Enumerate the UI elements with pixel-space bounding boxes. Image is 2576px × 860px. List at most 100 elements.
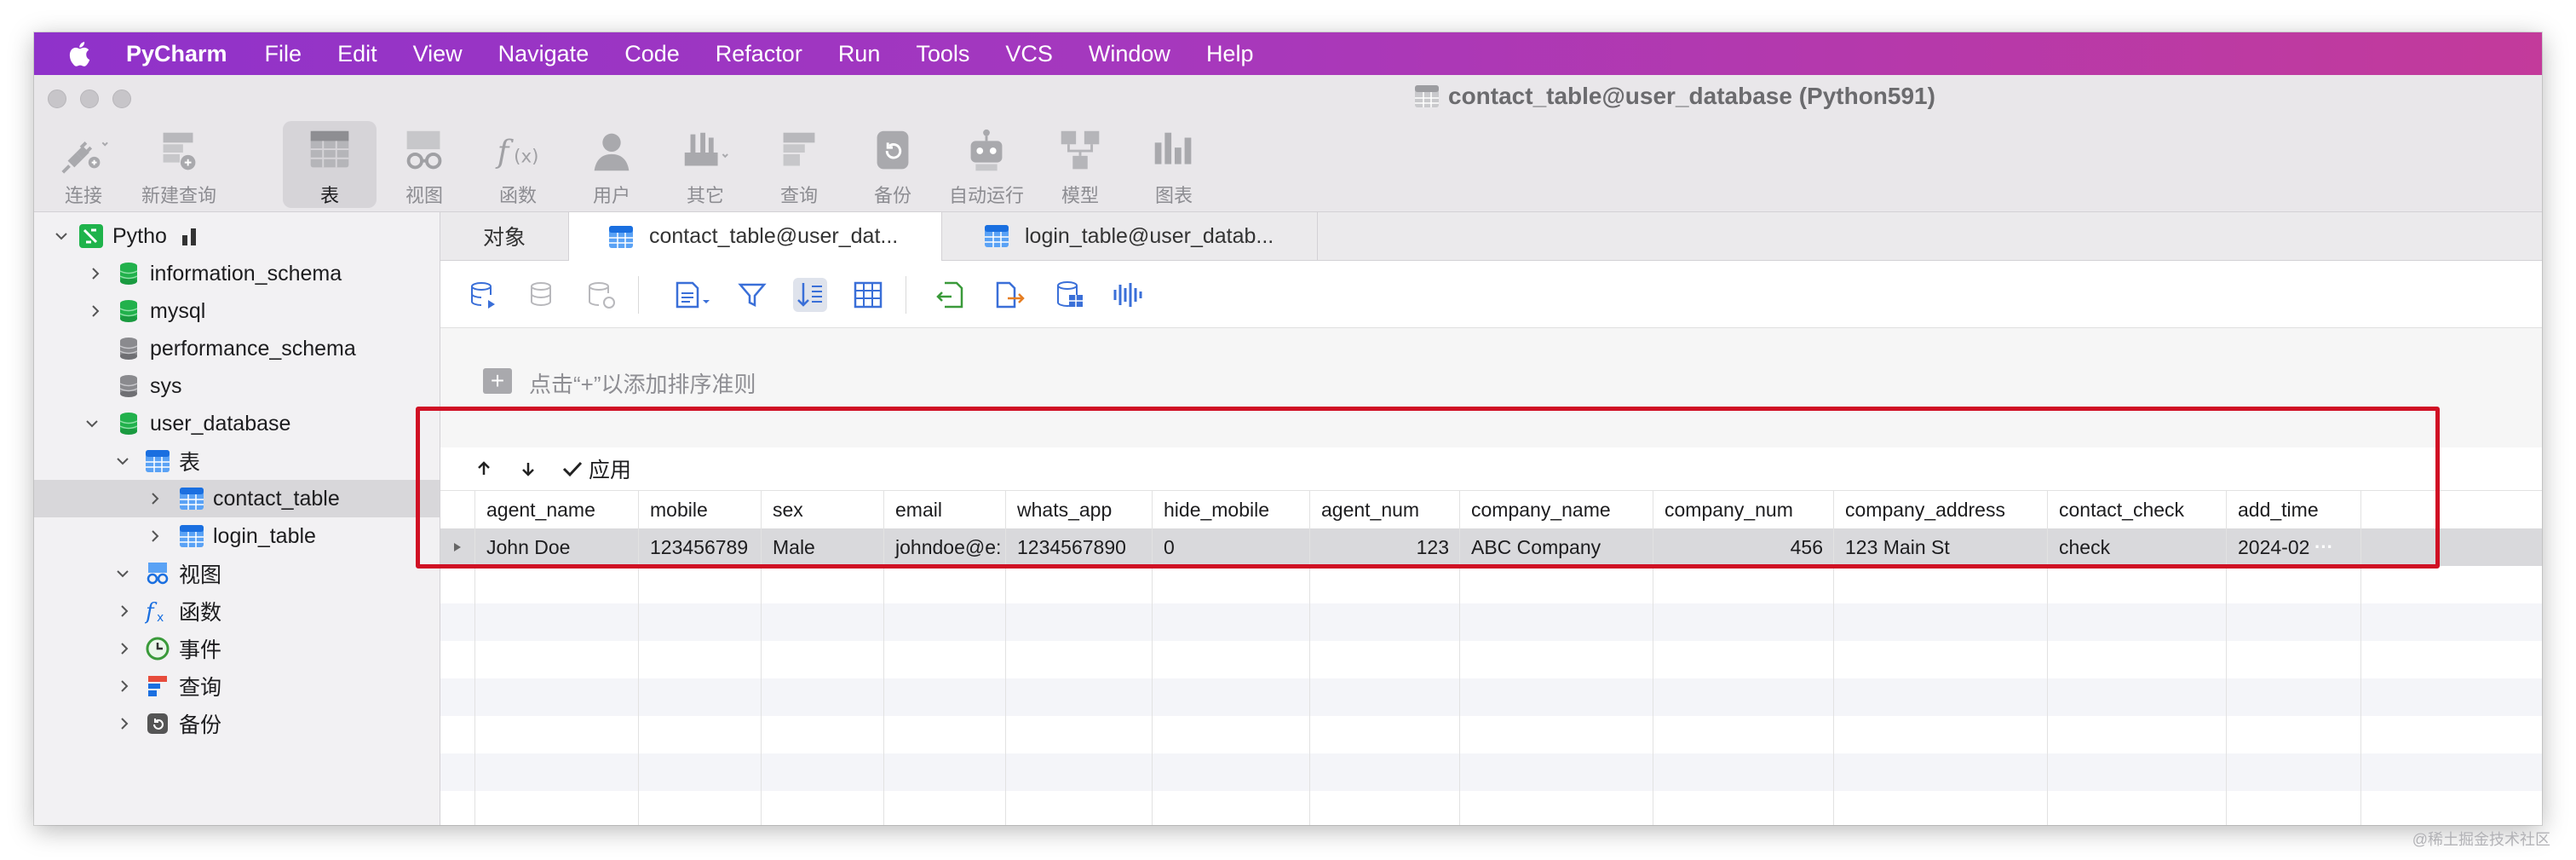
toolbar-label: 自动运行 — [948, 185, 1024, 206]
toolbar-label: 连接 — [64, 185, 102, 206]
toolbar-label: 用户 — [592, 185, 630, 206]
chevron-right-icon[interactable] — [87, 265, 104, 282]
tree-item-mysql[interactable]: mysql — [34, 292, 440, 330]
tab-label: contact_table@user_dat... — [649, 224, 899, 248]
tree-item-views[interactable]: 视图 — [34, 555, 440, 592]
database-icon — [119, 338, 138, 360]
filter-icon[interactable] — [735, 278, 769, 312]
user-icon — [594, 133, 630, 171]
chevron-right-icon[interactable] — [116, 715, 133, 732]
toolbar-label: 表 — [319, 185, 339, 206]
tree-item-login-table[interactable]: login_table — [34, 517, 440, 555]
tree-item-information-schema[interactable]: information_schema — [34, 255, 440, 292]
menu-window[interactable]: Window — [1089, 41, 1170, 67]
navigator-sidebar: Pytho information_schema mysql performan… — [34, 212, 440, 825]
chevron-right-icon[interactable] — [147, 490, 164, 507]
toolbar-other-button[interactable]: 其它 — [663, 121, 748, 208]
toolbar-label: 模型 — [1061, 185, 1099, 206]
add-sort-button[interactable]: + — [483, 368, 512, 394]
menu-run[interactable]: Run — [838, 41, 881, 67]
grid-view-icon[interactable] — [851, 278, 885, 312]
toolbar-user-button[interactable]: 用户 — [569, 121, 654, 208]
tree-item-label: 备份 — [179, 713, 222, 737]
tree-item-backups[interactable]: 备份 — [34, 705, 440, 742]
menu-app-name[interactable]: PyCharm — [126, 41, 227, 67]
table-icon — [310, 130, 349, 168]
view-glasses-icon — [147, 563, 169, 585]
tree-item-label: sys — [150, 373, 182, 398]
toolbar-new-query-button[interactable]: 新建查询 — [136, 121, 221, 208]
tree-item-tables-group[interactable]: 表 — [34, 442, 440, 480]
database-icon — [119, 263, 138, 285]
menu-edit[interactable]: Edit — [337, 41, 377, 67]
tree-item-contact-table[interactable]: contact_table — [34, 480, 440, 517]
model-icon — [1061, 130, 1100, 170]
signal-icon — [181, 228, 196, 245]
zoom-window-button[interactable] — [112, 89, 131, 108]
clock-icon — [146, 637, 170, 661]
toolbar-connect-button[interactable]: 连接 — [41, 121, 126, 208]
menu-navigate[interactable]: Navigate — [498, 41, 589, 67]
menu-help[interactable]: Help — [1206, 41, 1254, 67]
chevron-right-icon[interactable] — [87, 303, 104, 320]
tree-item-label: Pytho — [112, 223, 167, 248]
data-generation-icon[interactable] — [1052, 278, 1086, 312]
tree-item-functions[interactable]: fx 函数 — [34, 592, 440, 630]
tree-item-queries[interactable]: 查询 — [34, 667, 440, 705]
menu-file[interactable]: File — [265, 41, 302, 67]
sort-hint: 点击“+”以添加排序准则 — [529, 372, 756, 397]
svg-text:f: f — [145, 599, 158, 624]
toolbar-function-button[interactable]: f (x) 函数 — [475, 121, 561, 208]
tree-item-label: 查询 — [179, 676, 222, 700]
profile-chart-icon[interactable] — [1110, 278, 1144, 312]
toolbar-backup-button[interactable]: 备份 — [850, 121, 935, 208]
menu-code[interactable]: Code — [624, 41, 680, 67]
chevron-right-icon[interactable] — [147, 528, 164, 545]
export-icon[interactable] — [992, 278, 1026, 312]
import-icon[interactable] — [933, 278, 967, 312]
database-icon — [119, 413, 138, 435]
svg-text:f: f — [495, 134, 515, 170]
watermark: @稀土掘金技术社区 — [2412, 831, 2550, 848]
backup-icon — [147, 713, 168, 734]
title-bar: contact_table@user_database (Python591) — [34, 75, 2542, 118]
apple-icon[interactable] — [66, 39, 95, 68]
begin-transaction-icon[interactable] — [466, 278, 500, 312]
toolbar-chart-button[interactable]: 图表 — [1131, 121, 1216, 208]
rollback-icon[interactable] — [584, 278, 618, 312]
tree-item-sys[interactable]: sys — [34, 367, 440, 405]
tab-contact-table[interactable]: contact_table@user_dat... — [569, 212, 942, 261]
chevron-right-icon[interactable] — [116, 603, 133, 620]
tab-login-table[interactable]: login_table@user_datab... — [943, 212, 1318, 260]
chevron-down-icon[interactable] — [53, 228, 70, 245]
toolbar-model-button[interactable]: 模型 — [1038, 121, 1123, 208]
window-title: contact_table@user_database (Python591) — [1414, 82, 1935, 111]
chevron-right-icon[interactable] — [116, 678, 133, 695]
text-view-icon[interactable] — [670, 278, 715, 312]
chevron-down-icon[interactable] — [114, 453, 131, 470]
menu-bar: PyCharm File Edit View Navigate Code Ref… — [34, 32, 2542, 75]
tree-item-events[interactable]: 事件 — [34, 630, 440, 667]
tree-item-label: information_schema — [150, 261, 342, 286]
menu-tools[interactable]: Tools — [916, 41, 969, 67]
minimize-window-button[interactable] — [80, 89, 99, 108]
menu-view[interactable]: View — [413, 41, 463, 67]
tab-objects[interactable]: 对象 — [440, 212, 569, 260]
chevron-down-icon[interactable] — [83, 415, 101, 432]
chevron-right-icon[interactable] — [116, 640, 133, 657]
sort-icon[interactable] — [793, 278, 827, 312]
toolbar-table-button[interactable]: 表 — [283, 121, 377, 208]
chevron-down-icon[interactable] — [114, 565, 131, 582]
tree-item-performance-schema[interactable]: performance_schema — [34, 330, 440, 367]
menu-refactor[interactable]: Refactor — [716, 41, 802, 67]
toolbar-query-button[interactable]: 查询 — [756, 121, 842, 208]
toolbar-label: 图表 — [1154, 185, 1193, 206]
tree-item-connection[interactable]: Pytho — [34, 217, 440, 255]
commit-icon[interactable] — [526, 278, 560, 312]
close-window-button[interactable] — [48, 89, 66, 108]
tree-item-user-database[interactable]: user_database — [34, 405, 440, 442]
toolbar-automation-button[interactable]: 自动运行 — [944, 121, 1029, 208]
toolbar-view-button[interactable]: 视图 — [382, 121, 467, 208]
main-toolbar: 连接 新建查询 表 视图 f (x) 函数 用户 其它 查询 备份 自动运行 模… — [34, 118, 2542, 212]
menu-vcs[interactable]: VCS — [1005, 41, 1053, 67]
